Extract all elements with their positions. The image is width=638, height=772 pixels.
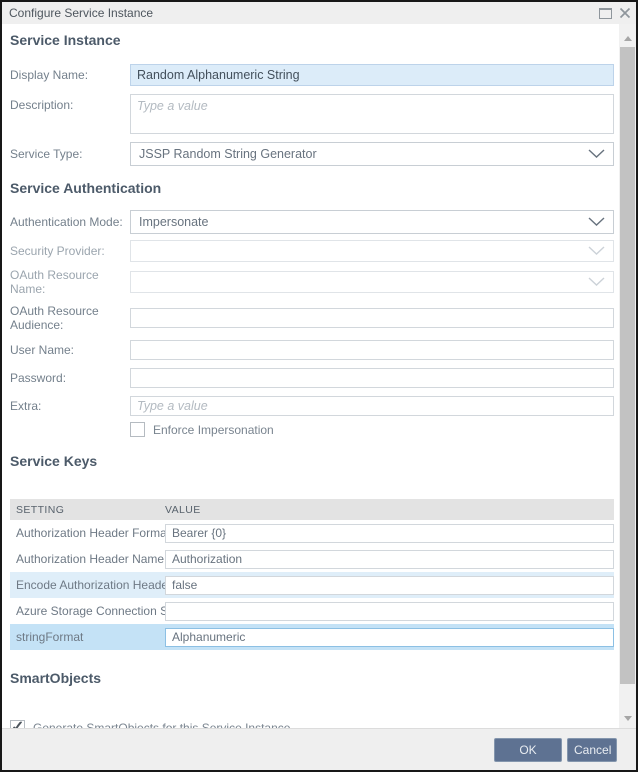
dialog-titlebar: Configure Service Instance bbox=[2, 2, 636, 24]
service-type-dropdown[interactable]: JSSP Random String Generator bbox=[130, 142, 614, 166]
service-keys-table-header: SETTING VALUE bbox=[10, 499, 614, 520]
security-provider-dropdown bbox=[130, 240, 614, 262]
table-row[interactable]: Azure Storage Connection String bbox=[10, 598, 614, 624]
oauth-resource-audience-label: OAuth Resource Audience: bbox=[10, 304, 99, 332]
setting-value-input[interactable] bbox=[165, 575, 614, 595]
display-name-row: Display Name: bbox=[10, 64, 614, 86]
service-type-row: Service Type: JSSP Random String Generat… bbox=[10, 142, 614, 166]
oauth-resource-audience-input[interactable] bbox=[130, 308, 614, 328]
dialog-content: Service Instance Display Name: Descripti… bbox=[2, 24, 619, 728]
oauth-resource-name-row: OAuth Resource Name: bbox=[10, 268, 614, 296]
security-provider-row: Security Provider: bbox=[10, 240, 614, 262]
display-name-label: Display Name: bbox=[10, 68, 89, 82]
oauth-resource-name-dropdown bbox=[130, 271, 614, 293]
configure-service-instance-dialog: Configure Service Instance Service Insta… bbox=[0, 0, 638, 772]
user-name-input[interactable] bbox=[130, 340, 614, 360]
generate-smartobjects-checkbox[interactable] bbox=[10, 717, 25, 728]
window-controls bbox=[599, 7, 631, 19]
extra-input[interactable] bbox=[130, 396, 614, 416]
description-row: Description: bbox=[10, 94, 614, 134]
section-service-instance: Service Instance bbox=[10, 32, 121, 48]
chevron-down-icon bbox=[588, 244, 605, 258]
scrollbar-up-icon[interactable] bbox=[619, 31, 636, 45]
enforce-impersonation-row: Enforce Impersonation bbox=[130, 422, 614, 437]
extra-label: Extra: bbox=[10, 399, 42, 413]
password-input[interactable] bbox=[130, 368, 614, 388]
generate-smartobjects-row: Generate SmartObjects for this Service I… bbox=[10, 717, 614, 729]
setting-name: Encode Authorization Header bbox=[16, 578, 165, 592]
service-type-label: Service Type: bbox=[10, 147, 83, 161]
security-provider-label: Security Provider: bbox=[10, 244, 105, 258]
display-name-input[interactable] bbox=[130, 64, 614, 86]
authentication-mode-label: Authentication Mode: bbox=[10, 215, 123, 229]
dialog-title: Configure Service Instance bbox=[9, 6, 154, 20]
generate-smartobjects-label: Generate SmartObjects for this Service I… bbox=[33, 720, 291, 729]
service-keys-table: SETTING VALUE Authorization Header Forma… bbox=[10, 499, 614, 650]
enforce-impersonation-checkbox[interactable] bbox=[130, 422, 145, 437]
password-label: Password: bbox=[10, 371, 67, 385]
setting-name: Azure Storage Connection String bbox=[16, 604, 165, 618]
setting-value-input[interactable] bbox=[165, 549, 614, 569]
maximize-icon[interactable] bbox=[599, 7, 612, 19]
close-icon[interactable] bbox=[619, 7, 631, 19]
column-header-value: VALUE bbox=[165, 503, 201, 516]
scrollbar-thumb[interactable] bbox=[620, 47, 635, 684]
ok-button[interactable]: OK bbox=[494, 737, 562, 762]
chevron-down-icon bbox=[588, 215, 605, 229]
cancel-button[interactable]: Cancel bbox=[567, 737, 617, 762]
scrollbar-down-icon[interactable] bbox=[619, 711, 636, 725]
dialog-footer: OK Cancel bbox=[2, 728, 636, 770]
authentication-mode-row: Authentication Mode: Impersonate bbox=[10, 210, 614, 234]
authentication-mode-dropdown[interactable]: Impersonate bbox=[130, 210, 614, 234]
chevron-down-icon bbox=[588, 275, 605, 289]
password-row: Password: bbox=[10, 368, 614, 388]
column-header-setting: SETTING bbox=[16, 503, 65, 516]
table-row[interactable]: Authorization Header Format bbox=[10, 520, 614, 546]
service-type-value: JSSP Random String Generator bbox=[139, 147, 317, 161]
table-row[interactable]: stringFormat bbox=[10, 624, 614, 650]
enforce-impersonation-label: Enforce Impersonation bbox=[153, 422, 274, 437]
setting-name: stringFormat bbox=[16, 630, 84, 644]
description-label: Description: bbox=[10, 98, 74, 112]
oauth-resource-name-label: OAuth Resource Name: bbox=[10, 268, 99, 296]
setting-value-input[interactable] bbox=[165, 627, 614, 647]
table-row[interactable]: Authorization Header Name bbox=[10, 546, 614, 572]
section-service-authentication: Service Authentication bbox=[10, 180, 162, 196]
section-service-keys: Service Keys bbox=[10, 453, 98, 469]
extra-row: Extra: bbox=[10, 396, 614, 416]
chevron-down-icon bbox=[588, 147, 605, 161]
setting-value-input[interactable] bbox=[165, 601, 614, 621]
section-smartobjects: SmartObjects bbox=[10, 670, 102, 686]
user-name-row: User Name: bbox=[10, 340, 614, 360]
setting-name: Authorization Header Name bbox=[16, 552, 165, 566]
setting-value-input[interactable] bbox=[165, 523, 614, 543]
user-name-label: User Name: bbox=[10, 343, 75, 357]
setting-name: Authorization Header Format bbox=[16, 526, 165, 540]
vertical-scrollbar[interactable] bbox=[619, 24, 636, 728]
oauth-resource-audience-row: OAuth Resource Audience: bbox=[10, 304, 614, 332]
authentication-mode-value: Impersonate bbox=[139, 215, 209, 229]
table-row[interactable]: Encode Authorization Header bbox=[10, 572, 614, 598]
description-input[interactable] bbox=[130, 94, 614, 134]
